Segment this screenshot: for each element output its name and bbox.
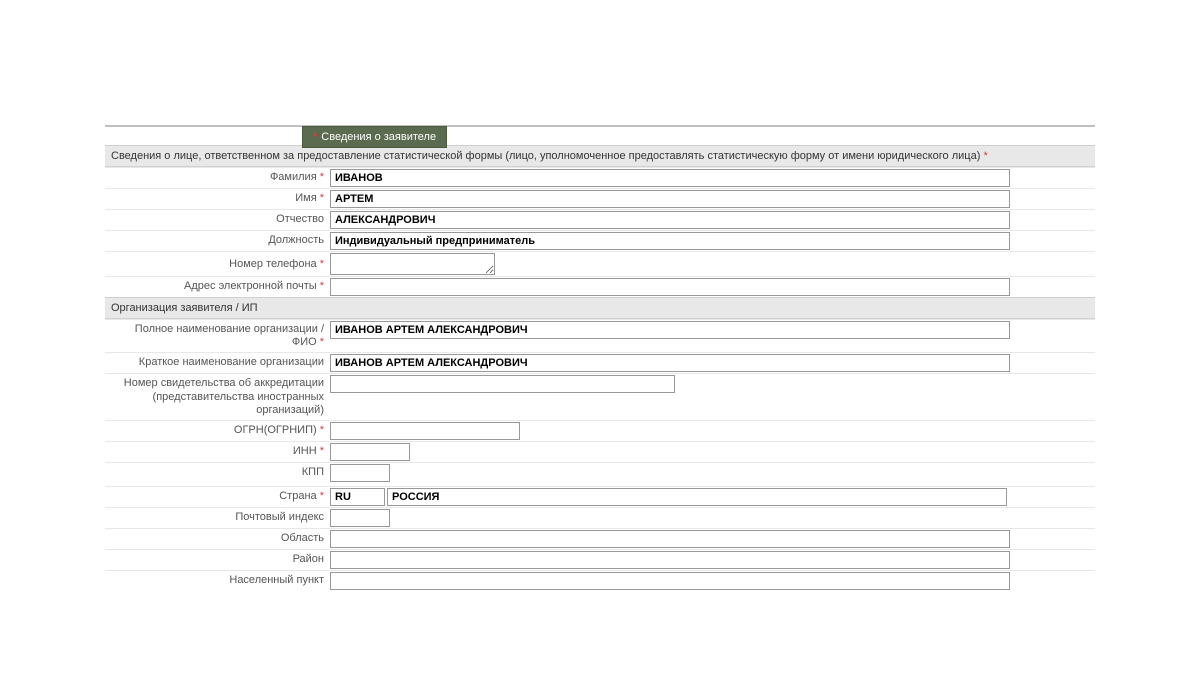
required-asterisk-icon: * <box>983 150 987 162</box>
label-postcode: Почтовый индекс <box>105 508 330 527</box>
label-fullname: Полное наименование организации / ФИО * <box>105 320 330 352</box>
row-inn: ИНН * <box>105 441 1095 462</box>
input-phone[interactable] <box>330 253 495 275</box>
label-inn: ИНН * <box>105 442 330 461</box>
tab-label: Сведения о заявителе <box>321 131 436 143</box>
label-patronymic: Отчество <box>105 210 330 229</box>
input-patronymic[interactable] <box>330 211 1010 229</box>
row-kpp: КПП <box>105 462 1095 483</box>
section-header-responsible: Сведения о лице, ответственном за предос… <box>105 145 1095 167</box>
row-email: Адрес электронной почты * <box>105 276 1095 297</box>
input-shortname[interactable] <box>330 354 1010 372</box>
row-ogrn: ОГРН(ОГРНИП) * <box>105 420 1095 441</box>
input-postcode[interactable] <box>330 509 390 527</box>
input-lastname[interactable] <box>330 169 1010 187</box>
input-city[interactable] <box>330 572 1010 590</box>
input-position[interactable] <box>330 232 1010 250</box>
row-lastname: Фамилия * <box>105 167 1095 188</box>
tab-applicant-info[interactable]: * Сведения о заявителе <box>302 126 447 148</box>
input-region[interactable] <box>330 530 1010 548</box>
input-country-code[interactable] <box>330 488 385 506</box>
input-district[interactable] <box>330 551 1010 569</box>
label-region: Область <box>105 529 330 548</box>
label-ogrn: ОГРН(ОГРНИП) * <box>105 421 330 440</box>
input-firstname[interactable] <box>330 190 1010 208</box>
label-position: Должность <box>105 231 330 250</box>
label-city: Населенный пункт <box>105 571 330 590</box>
row-country: Страна * <box>105 486 1095 507</box>
section-title: Организация заявителя / ИП <box>111 302 258 314</box>
input-country-name[interactable] <box>387 488 1007 506</box>
input-kpp[interactable] <box>330 464 390 482</box>
row-firstname: Имя * <box>105 188 1095 209</box>
row-region: Область <box>105 528 1095 549</box>
input-email[interactable] <box>330 278 1010 296</box>
section-title: Сведения о лице, ответственном за предос… <box>111 150 980 162</box>
label-country: Страна * <box>105 487 330 506</box>
label-firstname: Имя * <box>105 189 330 208</box>
input-fullname[interactable] <box>330 321 1010 339</box>
input-inn[interactable] <box>330 443 410 461</box>
label-shortname: Краткое наименование организации <box>105 353 330 372</box>
label-accreditation: Номер свидетельства об аккредитации (пре… <box>105 374 330 420</box>
required-asterisk-icon: * <box>313 131 317 143</box>
input-ogrn[interactable] <box>330 422 520 440</box>
row-postcode: Почтовый индекс <box>105 507 1095 528</box>
form-container: * Сведения о заявителе Сведения о лице, … <box>105 125 1095 591</box>
input-accreditation[interactable] <box>330 375 675 393</box>
label-email: Адрес электронной почты * <box>105 277 330 296</box>
label-district: Район <box>105 550 330 569</box>
row-shortname: Краткое наименование организации <box>105 352 1095 373</box>
row-city: Населенный пункт <box>105 570 1095 591</box>
label-lastname: Фамилия * <box>105 168 330 187</box>
row-patronymic: Отчество <box>105 209 1095 230</box>
label-phone: Номер телефона * <box>105 252 330 274</box>
row-accreditation: Номер свидетельства об аккредитации (пре… <box>105 373 1095 420</box>
row-phone: Номер телефона * <box>105 251 1095 276</box>
row-position: Должность <box>105 230 1095 251</box>
section-header-organization: Организация заявителя / ИП <box>105 297 1095 319</box>
row-fullname: Полное наименование организации / ФИО * <box>105 319 1095 352</box>
row-district: Район <box>105 549 1095 570</box>
label-kpp: КПП <box>105 463 330 482</box>
